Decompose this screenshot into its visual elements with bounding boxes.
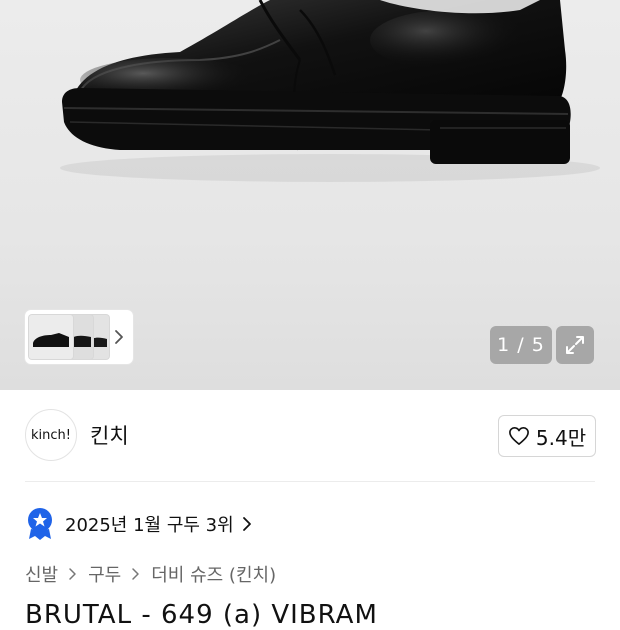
chevron-right-icon [69,568,76,580]
image-counter: 1 / 5 [490,326,552,364]
thumbnail-strip[interactable] [25,310,133,364]
star-medal-icon [28,508,52,540]
ranking-text: 2025년 1월 구두 3위 [65,515,234,536]
chevron-right-icon [242,517,251,531]
thumbnail-stack [29,315,113,359]
brand-logo[interactable]: kinch! [25,409,77,461]
heart-outline-icon [508,427,529,445]
breadcrumb-item-dress-shoes[interactable]: 구두 [88,561,121,587]
like-count: 5.4만 [535,425,587,450]
thumbnail-1[interactable] [29,315,73,359]
product-image-gallery[interactable]: 1 / 5 [0,0,620,390]
ranking-link[interactable]: 2025년 1월 구두 3위 [25,506,252,542]
brand-row: kinch! 킨치 5.4만 [0,390,620,482]
brand-name-link[interactable]: 킨치 [90,420,129,450]
breadcrumb: 신발 구두 더비 슈즈 (킨치) [25,561,276,587]
expand-icon [566,336,584,354]
breadcrumb-item-derby-shoes[interactable]: 더비 슈즈 (킨치) [151,561,276,587]
brand-logo-text: kinch! [31,427,71,443]
chevron-right-icon [132,568,139,580]
chevron-right-icon[interactable] [113,327,125,347]
breadcrumb-item-shoes[interactable]: 신발 [25,561,58,587]
product-title: BRUTAL - 649 (a) VIBRAM [25,600,378,630]
thumbnail-shoe-image [29,315,73,359]
section-divider [25,481,595,482]
like-button[interactable]: 5.4만 [498,415,596,457]
expand-button[interactable] [556,326,594,364]
